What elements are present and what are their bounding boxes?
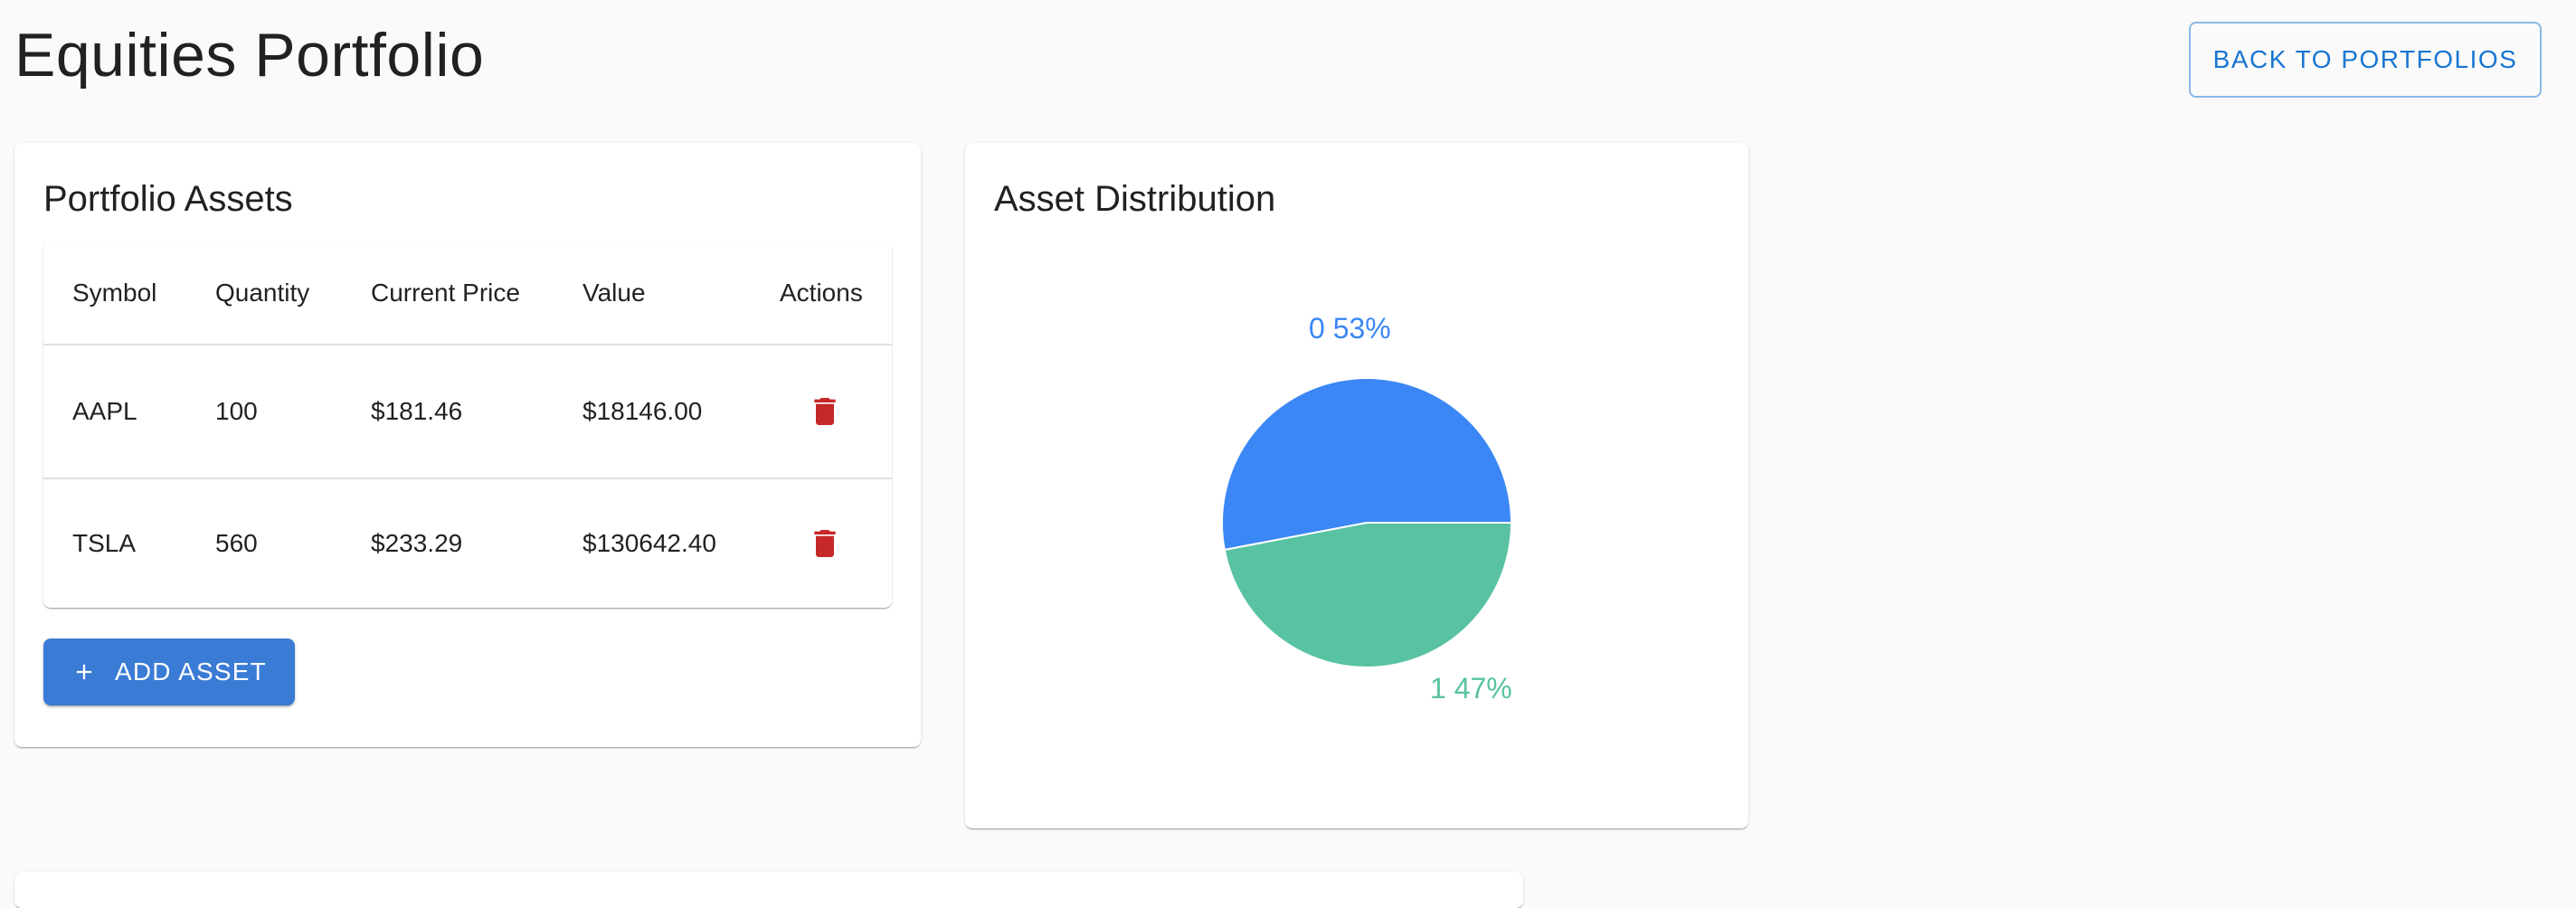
table-header-row: Symbol Quantity Current Price Value Acti…: [43, 242, 892, 345]
trash-icon[interactable]: [807, 392, 843, 431]
cell-current-price: $181.46: [371, 397, 463, 425]
pie-slice-1[interactable]: [1223, 522, 1513, 668]
cell-symbol: TSLA: [72, 529, 137, 557]
column-header-quantity[interactable]: Quantity: [215, 242, 309, 344]
cell-value: $18146.00: [582, 397, 703, 425]
column-header-symbol[interactable]: Symbol: [72, 242, 156, 344]
table-row: TSLA 560 $233.29 $130642.40: [43, 479, 892, 608]
cell-value: $130642.40: [582, 529, 716, 557]
back-to-portfolios-button[interactable]: BACK TO PORTFOLIOS: [2189, 22, 2542, 98]
portfolio-assets-title: Portfolio Assets: [43, 179, 293, 219]
column-header-current-price[interactable]: Current Price: [371, 242, 520, 344]
pie-label-0: 0 53%: [1309, 312, 1391, 345]
assets-table: Symbol Quantity Current Price Value Acti…: [43, 242, 892, 608]
add-asset-button[interactable]: ADD ASSET: [43, 638, 295, 705]
trash-icon[interactable]: [807, 524, 843, 563]
column-header-value[interactable]: Value: [582, 242, 646, 344]
cell-current-price: $233.29: [371, 529, 463, 557]
cell-quantity: 560: [215, 529, 258, 557]
pie-label-1: 1 47%: [1430, 672, 1512, 705]
cell-quantity: 100: [215, 397, 258, 425]
column-header-actions: Actions: [780, 279, 863, 307]
pie-chart: 0 53% 1 47%: [1221, 312, 1513, 705]
cell-symbol: AAPL: [72, 397, 137, 425]
add-asset-label: ADD ASSET: [115, 657, 267, 686]
portfolio-assets-card: Portfolio Assets Symbol Quantity Current…: [14, 143, 921, 747]
asset-distribution-card: Asset Distribution 0 53% 1 47%: [965, 143, 1748, 828]
bottom-card: [14, 872, 1523, 908]
table-row: AAPL 100 $181.46 $18146.00: [43, 345, 892, 479]
page-title: Equities Portfolio: [14, 21, 485, 90]
plus-icon: [76, 664, 92, 680]
